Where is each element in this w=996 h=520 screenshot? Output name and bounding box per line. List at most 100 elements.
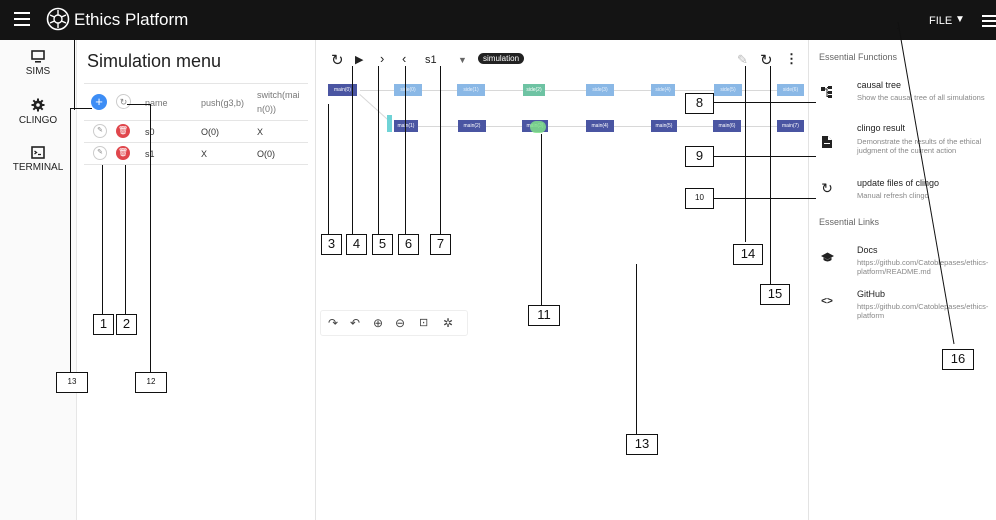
graph-node[interactable]: main(7) xyxy=(777,120,804,132)
annotation-label: 11 xyxy=(528,305,560,326)
annotation-label: 2 xyxy=(116,314,137,335)
annotation-line xyxy=(712,156,816,157)
monitor-icon xyxy=(31,50,45,63)
annotation-line xyxy=(70,108,71,372)
section-header: Essential Functions xyxy=(819,52,898,62)
sim-push: X xyxy=(201,149,208,159)
app-bar: Ethics Platform FILE ▼ xyxy=(0,0,996,40)
column-header-name: name xyxy=(145,98,168,108)
annotation-label: 5 xyxy=(372,234,393,255)
divider xyxy=(84,83,308,84)
highlight-marker xyxy=(530,121,546,133)
annotation-line xyxy=(74,40,75,110)
annotation-label: 8 xyxy=(685,93,714,114)
graph-node[interactable]: main(2) xyxy=(458,120,486,132)
graph-node[interactable]: side(5) xyxy=(714,84,742,96)
section-header: Essential Links xyxy=(819,217,880,227)
annotation-line xyxy=(127,104,151,105)
nav-item-clingo[interactable]: CLINGO xyxy=(0,98,76,126)
refresh-simulations-button[interactable]: ↻ xyxy=(116,94,131,109)
annotation-line xyxy=(541,134,542,305)
annotation-label: 3 xyxy=(321,234,342,255)
annotation-line xyxy=(102,165,103,315)
link-docs[interactable]: Docs xyxy=(857,245,878,255)
link-github[interactable]: GitHub xyxy=(857,289,885,299)
menu-icon[interactable] xyxy=(14,12,30,26)
annotation-line xyxy=(405,66,406,234)
annotation-line xyxy=(745,66,746,242)
previous-button[interactable]: ‹ xyxy=(402,51,406,66)
caret-down-icon[interactable]: ▼ xyxy=(458,55,467,65)
annotation-label: 13 xyxy=(626,434,658,455)
edit-button[interactable]: ✎ xyxy=(93,124,107,138)
annotation-label: 1 xyxy=(93,314,114,335)
simulation-select[interactable]: s1 xyxy=(425,54,437,66)
code-icon: <> xyxy=(821,296,833,307)
graph-node[interactable]: main(6) xyxy=(713,120,741,132)
annotation-label: 12 xyxy=(135,372,167,393)
redo-icon[interactable]: ↷ xyxy=(328,316,338,330)
nav-item-sims[interactable]: SIMS xyxy=(0,50,76,77)
tree-icon xyxy=(819,86,835,102)
annotation-label: 16 xyxy=(942,349,974,370)
graph-node[interactable]: side(3) xyxy=(586,84,614,96)
graph-node[interactable]: main(5) xyxy=(651,120,677,132)
sim-switch: O(0) xyxy=(257,149,275,159)
play-button[interactable]: ▶ xyxy=(355,53,363,66)
annotation-line xyxy=(770,66,771,284)
panel-title: Simulation menu xyxy=(87,51,222,71)
graph-node[interactable]: side(6) xyxy=(777,84,804,96)
fit-view-icon[interactable]: ⊡ xyxy=(419,316,428,329)
annotation-line xyxy=(440,66,441,234)
divider xyxy=(84,164,308,165)
annotation-label: 14 xyxy=(733,244,763,265)
annotation-label: 13 xyxy=(56,372,88,393)
annotation-line xyxy=(712,198,816,199)
nav-label: TERMINAL xyxy=(12,162,64,173)
more-options-icon[interactable]: ⋮ xyxy=(785,51,798,67)
nav-label: CLINGO xyxy=(18,115,58,126)
auto-layout-icon[interactable]: ✲ xyxy=(443,316,453,330)
annotation-label: 4 xyxy=(346,234,367,255)
zoom-out-icon[interactable]: ⊖ xyxy=(395,316,405,330)
undo-icon[interactable]: ↶ xyxy=(350,316,360,330)
graph-node[interactable]: side(2) xyxy=(523,84,545,96)
menu-icon[interactable] xyxy=(982,15,996,27)
logo-icon xyxy=(46,7,70,31)
graph-node[interactable]: main(4) xyxy=(586,120,614,132)
delete-button[interactable]: 🗑 xyxy=(116,124,130,138)
next-button[interactable]: › xyxy=(380,51,384,66)
annotation-label: 10 xyxy=(685,188,714,209)
column-header-switch: switch(mai xyxy=(257,90,300,100)
terminal-icon xyxy=(31,146,45,159)
nav-label: SIMS xyxy=(25,66,51,77)
annotation-line xyxy=(636,264,637,434)
annotation-line xyxy=(125,165,126,315)
divider xyxy=(84,142,308,143)
edit-icon[interactable]: ✎ xyxy=(737,52,748,68)
delete-button[interactable]: 🗑 xyxy=(116,146,130,160)
sim-push: O(0) xyxy=(201,127,219,137)
annotation-line xyxy=(378,66,379,234)
simulation-tag: simulation xyxy=(478,53,525,64)
cursor-marker xyxy=(387,115,392,132)
nav-item-terminal[interactable]: TERMINAL xyxy=(0,146,76,173)
add-simulation-button[interactable]: + xyxy=(91,94,107,110)
annotation-line xyxy=(328,104,329,234)
left-nav: SIMS CLINGO TERMINAL xyxy=(0,40,77,520)
edit-button[interactable]: ✎ xyxy=(93,146,107,160)
sim-switch: X xyxy=(257,127,264,137)
column-header-push: push(g3,b) xyxy=(201,98,245,108)
annotation-label: 15 xyxy=(760,284,790,305)
annotation-line xyxy=(352,66,353,234)
refresh-icon: ↻ xyxy=(821,180,833,196)
graph-node[interactable]: side(1) xyxy=(457,84,485,96)
annotation-label: 6 xyxy=(398,234,419,255)
graph-node[interactable]: main(1) xyxy=(394,120,418,132)
graph-node[interactable]: side(0) xyxy=(394,84,422,96)
reset-button[interactable]: ↻ xyxy=(331,51,344,69)
gear-icon xyxy=(31,98,45,112)
divider xyxy=(84,120,308,121)
graph-node[interactable]: side(4) xyxy=(651,84,675,96)
zoom-in-icon[interactable]: ⊕ xyxy=(373,316,383,330)
